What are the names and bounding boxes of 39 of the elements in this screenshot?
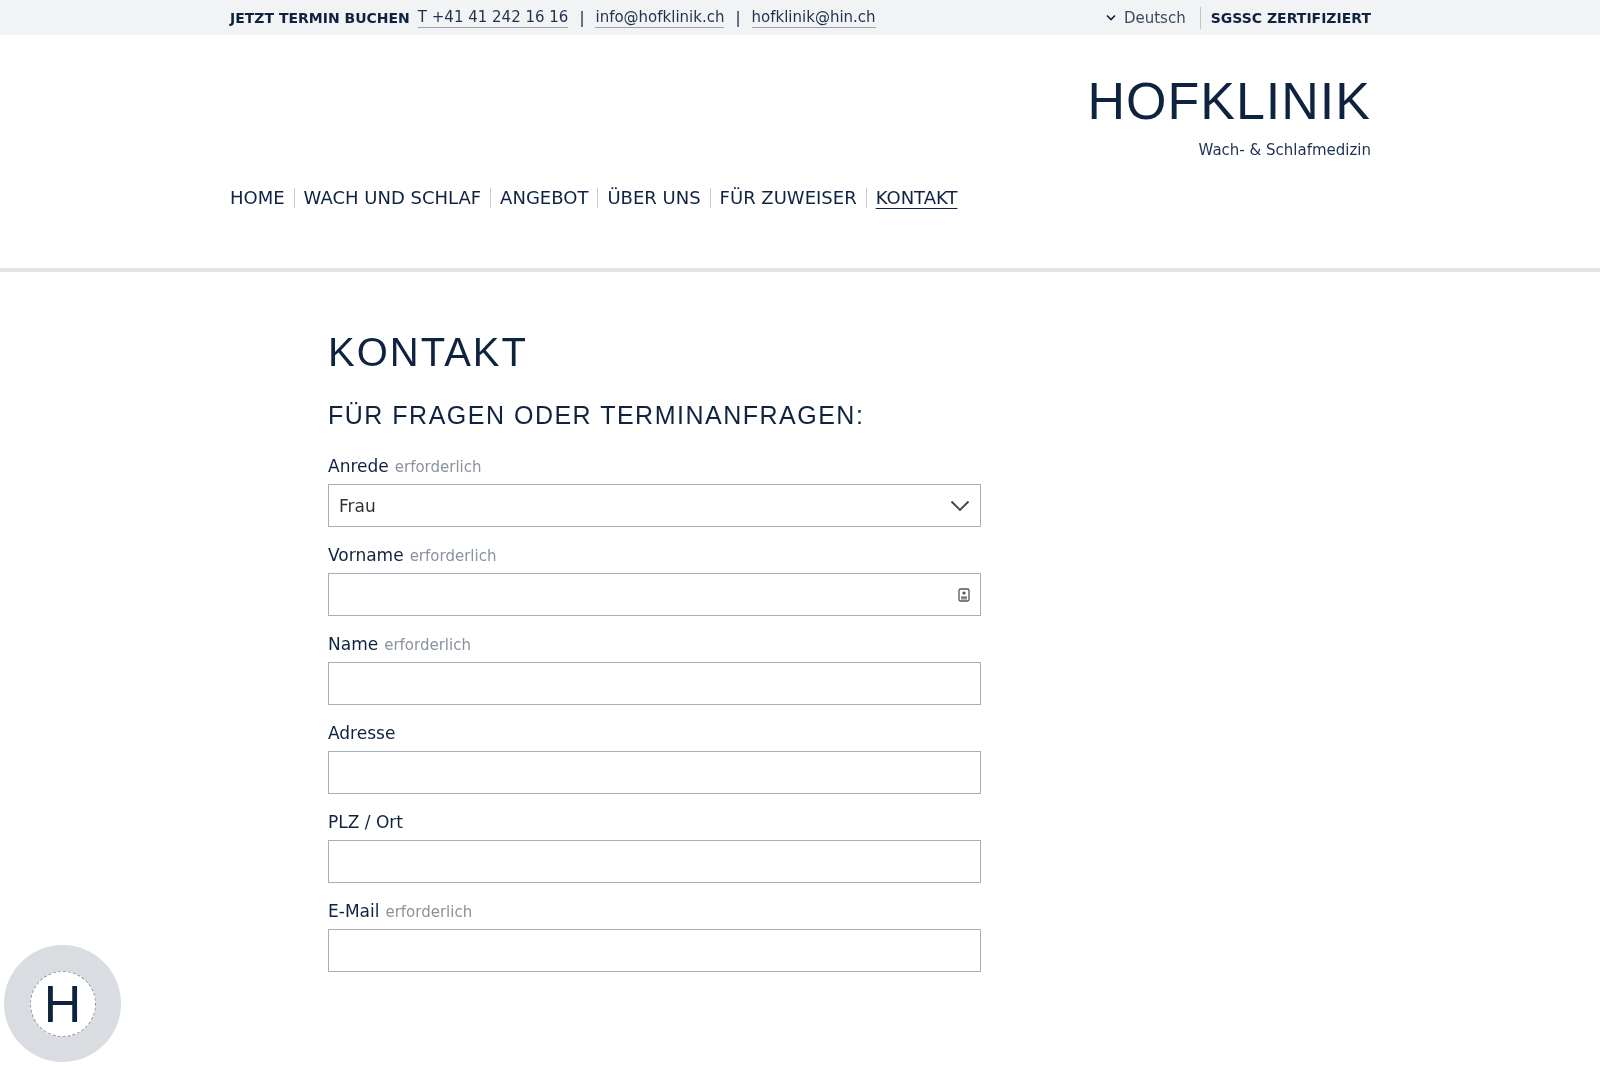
- field-label: Anrede: [328, 456, 389, 476]
- chevron-icon: [1105, 14, 1116, 21]
- separator: |: [578, 8, 586, 27]
- language-selector[interactable]: Deutsch: [1105, 8, 1192, 27]
- required-hint: erforderlich: [409, 547, 497, 565]
- field-label: E-Mail: [328, 901, 380, 921]
- nav-link[interactable]: KONTAKT: [866, 187, 967, 209]
- required-hint: erforderlich: [384, 636, 471, 654]
- field-label: PLZ / Ort: [328, 812, 403, 832]
- required-hint: erforderlich: [394, 458, 482, 476]
- nav-link[interactable]: HOME: [230, 187, 294, 209]
- input-field[interactable]: [328, 929, 981, 972]
- field-label: Adresse: [328, 723, 396, 743]
- contact-card-icon: [958, 587, 970, 602]
- phone-link[interactable]: T +41 41 242 16 16: [417, 7, 569, 28]
- section-heading: FÜR FRAGEN ODER TERMINANFRAGEN:: [328, 401, 866, 430]
- input-field[interactable]: [328, 662, 981, 705]
- input-field[interactable]: [328, 751, 981, 794]
- field-label: Name: [328, 634, 379, 654]
- email-link[interactable]: info@hofklinik.ch: [595, 7, 725, 28]
- chat-badge[interactable]: H: [4, 945, 121, 1062]
- page-title: KONTAKT: [328, 330, 529, 375]
- logo-tagline: Wach- & Schlafmedizin: [1198, 141, 1371, 159]
- input-field[interactable]: [328, 840, 981, 883]
- separator: |: [734, 8, 742, 27]
- appointment-label: JETZT TERMIN BUCHEN: [230, 9, 410, 26]
- email-link[interactable]: hofklinik@hin.ch: [751, 7, 876, 28]
- nav-link[interactable]: ANGEBOT: [491, 187, 598, 209]
- chevron-icon: [950, 499, 970, 512]
- nav-link[interactable]: ÜBER UNS: [598, 187, 710, 209]
- field-label: Vorname: [328, 545, 404, 565]
- nav-link[interactable]: FÜR ZUWEISER: [710, 187, 866, 209]
- input-field[interactable]: [328, 573, 981, 616]
- logo-wordmark[interactable]: HOFKLINIK: [1087, 75, 1371, 127]
- logo-badge[interactable]: H: [29, 970, 96, 1037]
- select-field[interactable]: Frau: [328, 484, 981, 527]
- required-hint: erforderlich: [385, 903, 473, 921]
- nav-link[interactable]: WACH UND SCHLAF: [294, 187, 491, 209]
- certification-link[interactable]: SGSSC ZERTIFIZIERT: [1208, 9, 1371, 26]
